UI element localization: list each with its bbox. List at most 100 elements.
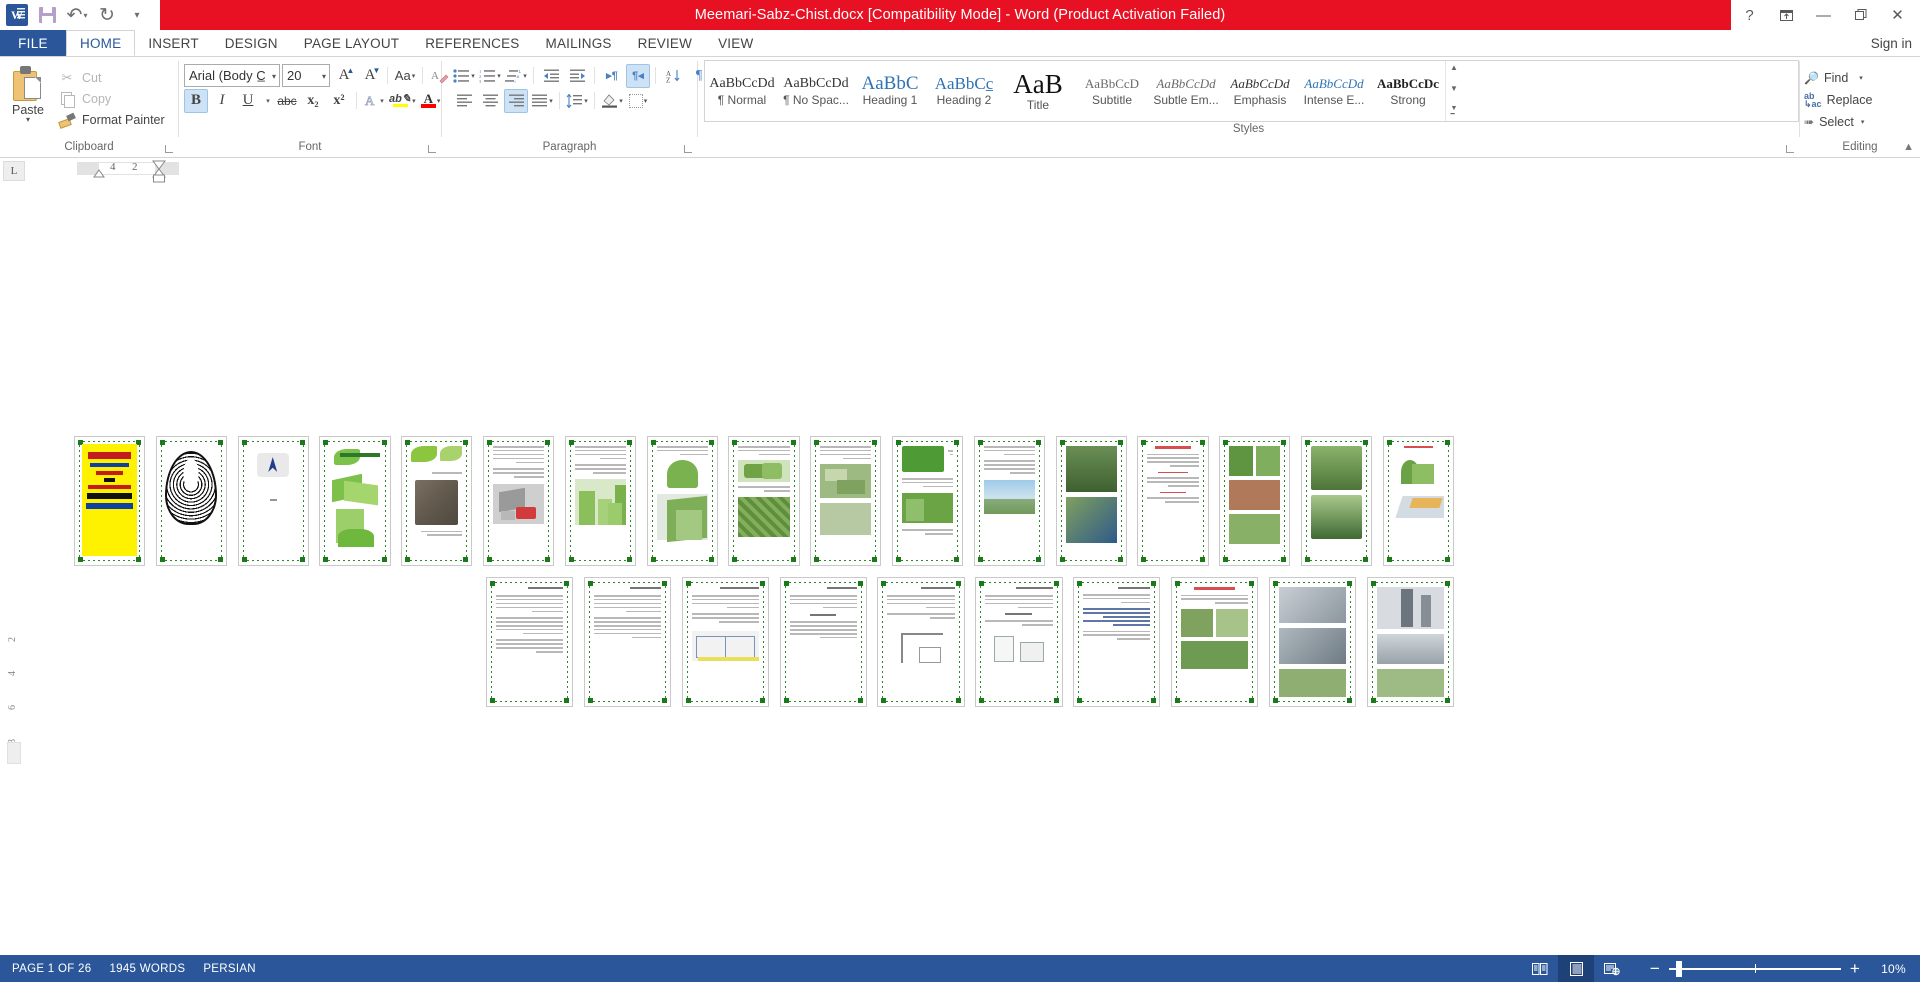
qat-save-button[interactable] (32, 0, 62, 30)
sign-in-link[interactable]: Sign in (1871, 30, 1912, 56)
align-right-button[interactable] (504, 88, 528, 113)
tab-design[interactable]: DESIGN (212, 30, 291, 56)
tab-page-layout[interactable]: PAGE LAYOUT (291, 30, 412, 56)
find-button[interactable]: 🔎 Find ▾ (1800, 67, 1863, 89)
font-name-combobox[interactable]: Arial (Body C̲ ▾ (184, 64, 280, 87)
page-thumbnail-20[interactable] (681, 577, 770, 707)
page-thumbnail-4[interactable] (319, 436, 391, 566)
page-thumbnail-9[interactable] (728, 436, 800, 566)
zoom-level[interactable]: 10% (1866, 962, 1906, 976)
ltr-text-direction-button[interactable]: ▸¶ (600, 64, 624, 88)
font-size-combobox[interactable]: 20 ▾ (282, 64, 330, 87)
underline-dropdown[interactable]: ▾ (262, 89, 273, 113)
align-left-button[interactable] (452, 89, 476, 113)
page-thumbnail-16[interactable] (1300, 436, 1373, 566)
close-button[interactable]: ✕ (1879, 0, 1916, 30)
scroll-handle[interactable] (7, 742, 21, 764)
language-indicator[interactable]: PERSIAN (203, 963, 256, 975)
print-layout-button[interactable] (1558, 955, 1594, 982)
format-painter-button[interactable]: Format Painter (56, 109, 165, 130)
page-thumbnail-17[interactable] (1382, 436, 1455, 566)
page-thumbnail-2[interactable] (155, 436, 228, 566)
page-thumbnail-23[interactable] (975, 577, 1063, 707)
read-mode-button[interactable] (1522, 955, 1558, 982)
web-layout-button[interactable] (1594, 955, 1630, 982)
styles-dialog-launcher[interactable] (1784, 143, 1796, 155)
ribbon-display-options-button[interactable] (1768, 0, 1805, 30)
document-canvas[interactable]: 2 4 6 8 (0, 184, 1920, 955)
tab-mailings[interactable]: MAILINGS (533, 30, 625, 56)
change-case-button[interactable]: Aa ▾ (393, 64, 417, 88)
zoom-track[interactable] (1669, 960, 1841, 977)
tab-review[interactable]: REVIEW (625, 30, 705, 56)
text-effects-button[interactable]: A ▾ (362, 89, 386, 113)
styles-scroll-down-button[interactable]: ▼ (1450, 84, 1458, 93)
tab-home[interactable]: HOME (66, 30, 136, 56)
subscript-button[interactable]: x₂ (301, 89, 325, 113)
italic-button[interactable]: I (210, 89, 234, 113)
zoom-slider[interactable]: − + (1644, 960, 1866, 977)
shrink-font-button[interactable]: A ▼ (358, 64, 382, 88)
page-thumbnail-1[interactable] (74, 436, 146, 566)
zoom-thumb[interactable] (1676, 960, 1682, 977)
page-thumbnail-24[interactable] (1073, 577, 1161, 707)
page-thumbnail-11[interactable] (891, 436, 964, 566)
style-no-spacing[interactable]: AaBbCcDd ¶ No Spac... (779, 61, 853, 121)
page-thumbnail-8[interactable] (646, 436, 718, 566)
increase-indent-button[interactable] (565, 64, 589, 88)
styles-more-button[interactable]: ▼ ━ (1451, 104, 1458, 119)
multilevel-list-button[interactable]: 1 a i ▾ (504, 64, 528, 88)
style-emphasis[interactable]: AaBbCcDd Emphasis (1223, 61, 1297, 121)
page-thumbnail-19[interactable] (583, 577, 672, 707)
numbering-button[interactable]: 1 2 3 ▾ (478, 64, 502, 88)
bullets-button[interactable]: ▾ (452, 64, 476, 88)
select-button[interactable]: ➠ Select ▾ (1800, 111, 1864, 133)
page-thumbnail-12[interactable] (973, 436, 1046, 566)
page-thumbnail-26[interactable] (1268, 577, 1357, 707)
font-color-button[interactable]: A ▾ (419, 89, 443, 113)
page-thumbnail-6[interactable] (482, 436, 555, 566)
qat-undo-button[interactable]: ↶ ▾ (62, 0, 92, 30)
restore-button[interactable] (1842, 0, 1879, 30)
align-center-button[interactable] (478, 89, 502, 113)
tab-references[interactable]: REFERENCES (412, 30, 532, 56)
style-strong[interactable]: AaBbCcDc Strong (1371, 61, 1445, 121)
left-indent-marker[interactable] (93, 169, 107, 179)
page-thumbnail-22[interactable] (877, 577, 965, 707)
rtl-text-direction-button[interactable]: ¶◂ (626, 63, 650, 88)
style-heading-2[interactable]: AaBbCc̲ Heading 2 (927, 61, 1001, 121)
sort-button[interactable]: A Z (661, 64, 685, 88)
paste-button[interactable]: Paste ▾ (0, 62, 56, 124)
page-thumbnail-21[interactable] (779, 577, 867, 707)
page-indicator[interactable]: PAGE 1 OF 26 (12, 963, 91, 975)
style-subtle-emphasis[interactable]: AaBbCcDd Subtle Em... (1149, 61, 1223, 121)
highlight-color-button[interactable]: ab✎ ▾ (388, 89, 417, 113)
bold-button[interactable]: B (184, 88, 208, 113)
minimize-button[interactable]: — (1805, 0, 1842, 30)
styles-scroll-up-button[interactable]: ▲ (1450, 63, 1458, 72)
page-thumbnail-5[interactable] (401, 436, 473, 566)
word-count[interactable]: 1945 WORDS (109, 963, 185, 975)
right-indent-marker[interactable] (151, 160, 167, 183)
page-thumbnail-15[interactable] (1219, 436, 1291, 566)
page-thumbnail-25[interactable] (1170, 577, 1259, 707)
style-title[interactable]: AaB Title (1001, 61, 1075, 121)
page-thumbnail-10[interactable] (810, 436, 882, 566)
page-thumbnail-3[interactable] (237, 436, 309, 566)
page-thumbnail-27[interactable] (1366, 577, 1454, 707)
justify-button[interactable]: ▾ (530, 89, 554, 113)
line-spacing-button[interactable]: ▾ (565, 89, 589, 113)
page-thumbnail-7[interactable] (564, 436, 637, 566)
style-normal[interactable]: AaBbCcDd ¶ Normal (705, 61, 779, 121)
strikethrough-button[interactable]: abc (275, 89, 299, 113)
zoom-in-button[interactable]: + (1844, 960, 1866, 977)
page-thumbnail-18[interactable] (486, 577, 574, 707)
superscript-button[interactable]: x² (327, 89, 351, 113)
clipboard-dialog-launcher[interactable] (163, 143, 175, 155)
collapse-ribbon-button[interactable]: ▲ (1903, 141, 1914, 153)
tab-stop-selector[interactable]: L (3, 161, 25, 181)
page-thumbnail-14[interactable] (1137, 436, 1209, 566)
paragraph-dialog-launcher[interactable] (682, 143, 694, 155)
shading-button[interactable]: ▾ (600, 89, 624, 113)
help-button[interactable]: ? (1731, 0, 1768, 30)
